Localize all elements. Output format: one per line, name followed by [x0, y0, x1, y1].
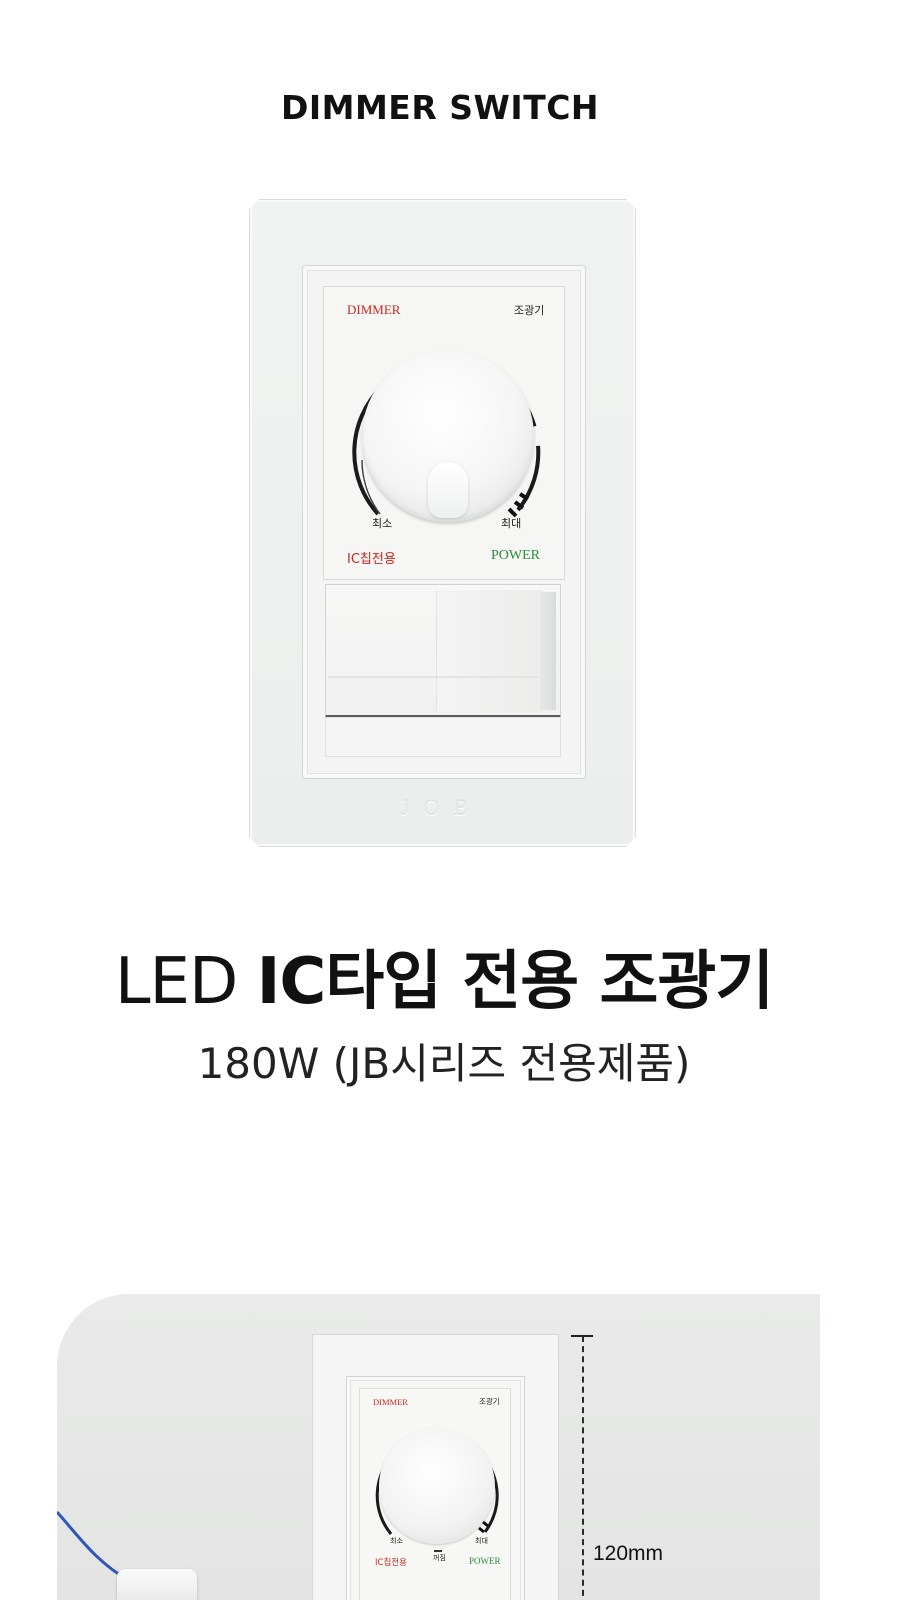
ic-only-label: IC칩전용	[375, 1558, 407, 1568]
dimmer-label: DIMMER	[347, 302, 401, 317]
power-label: POWER	[491, 548, 540, 563]
min-label: 최소	[390, 1537, 403, 1545]
cable-connector	[117, 1569, 197, 1600]
rocker-step	[328, 676, 538, 678]
ic-only-label: IC칩전용	[347, 552, 396, 567]
headline: LED IC타입 전용 조광기	[0, 930, 888, 1022]
max-label: 최대	[501, 517, 522, 530]
dimmer-label-korean: 조광기	[514, 304, 545, 317]
dimmer-label: DIMMER	[373, 1397, 408, 1407]
rocker-edge	[540, 592, 556, 710]
subheadline: 180W (JB시리즈 전용제품)	[197, 1039, 691, 1088]
brand-mark-embossed: JOB	[400, 795, 483, 820]
product-photo: DIMMER 조광기 최소 최대 IC칩전용 POWER JOB	[0, 0, 900, 860]
off-marker	[434, 1550, 442, 1552]
knob-grip	[428, 462, 468, 518]
dimension-photo: DIMMER 조광기 최소 최대 꺼짐 IC칩전용 POWER 120mm	[57, 1294, 820, 1600]
max-label: 최대	[475, 1537, 488, 1545]
dimmer-knob	[379, 1428, 495, 1544]
height-dimension-line	[582, 1336, 584, 1600]
power-label: POWER	[469, 1556, 501, 1566]
dimmer-label-korean: 조광기	[479, 1397, 500, 1406]
headline-bold: IC타입 전용 조광기	[256, 945, 775, 1019]
off-label: 꺼짐	[433, 1554, 446, 1562]
bottom-slot	[325, 717, 561, 757]
height-dimension-label: 120mm	[593, 1542, 664, 1565]
headline-light: LED	[114, 945, 238, 1019]
rocker-right-half	[436, 590, 543, 712]
min-label: 최소	[372, 517, 393, 530]
